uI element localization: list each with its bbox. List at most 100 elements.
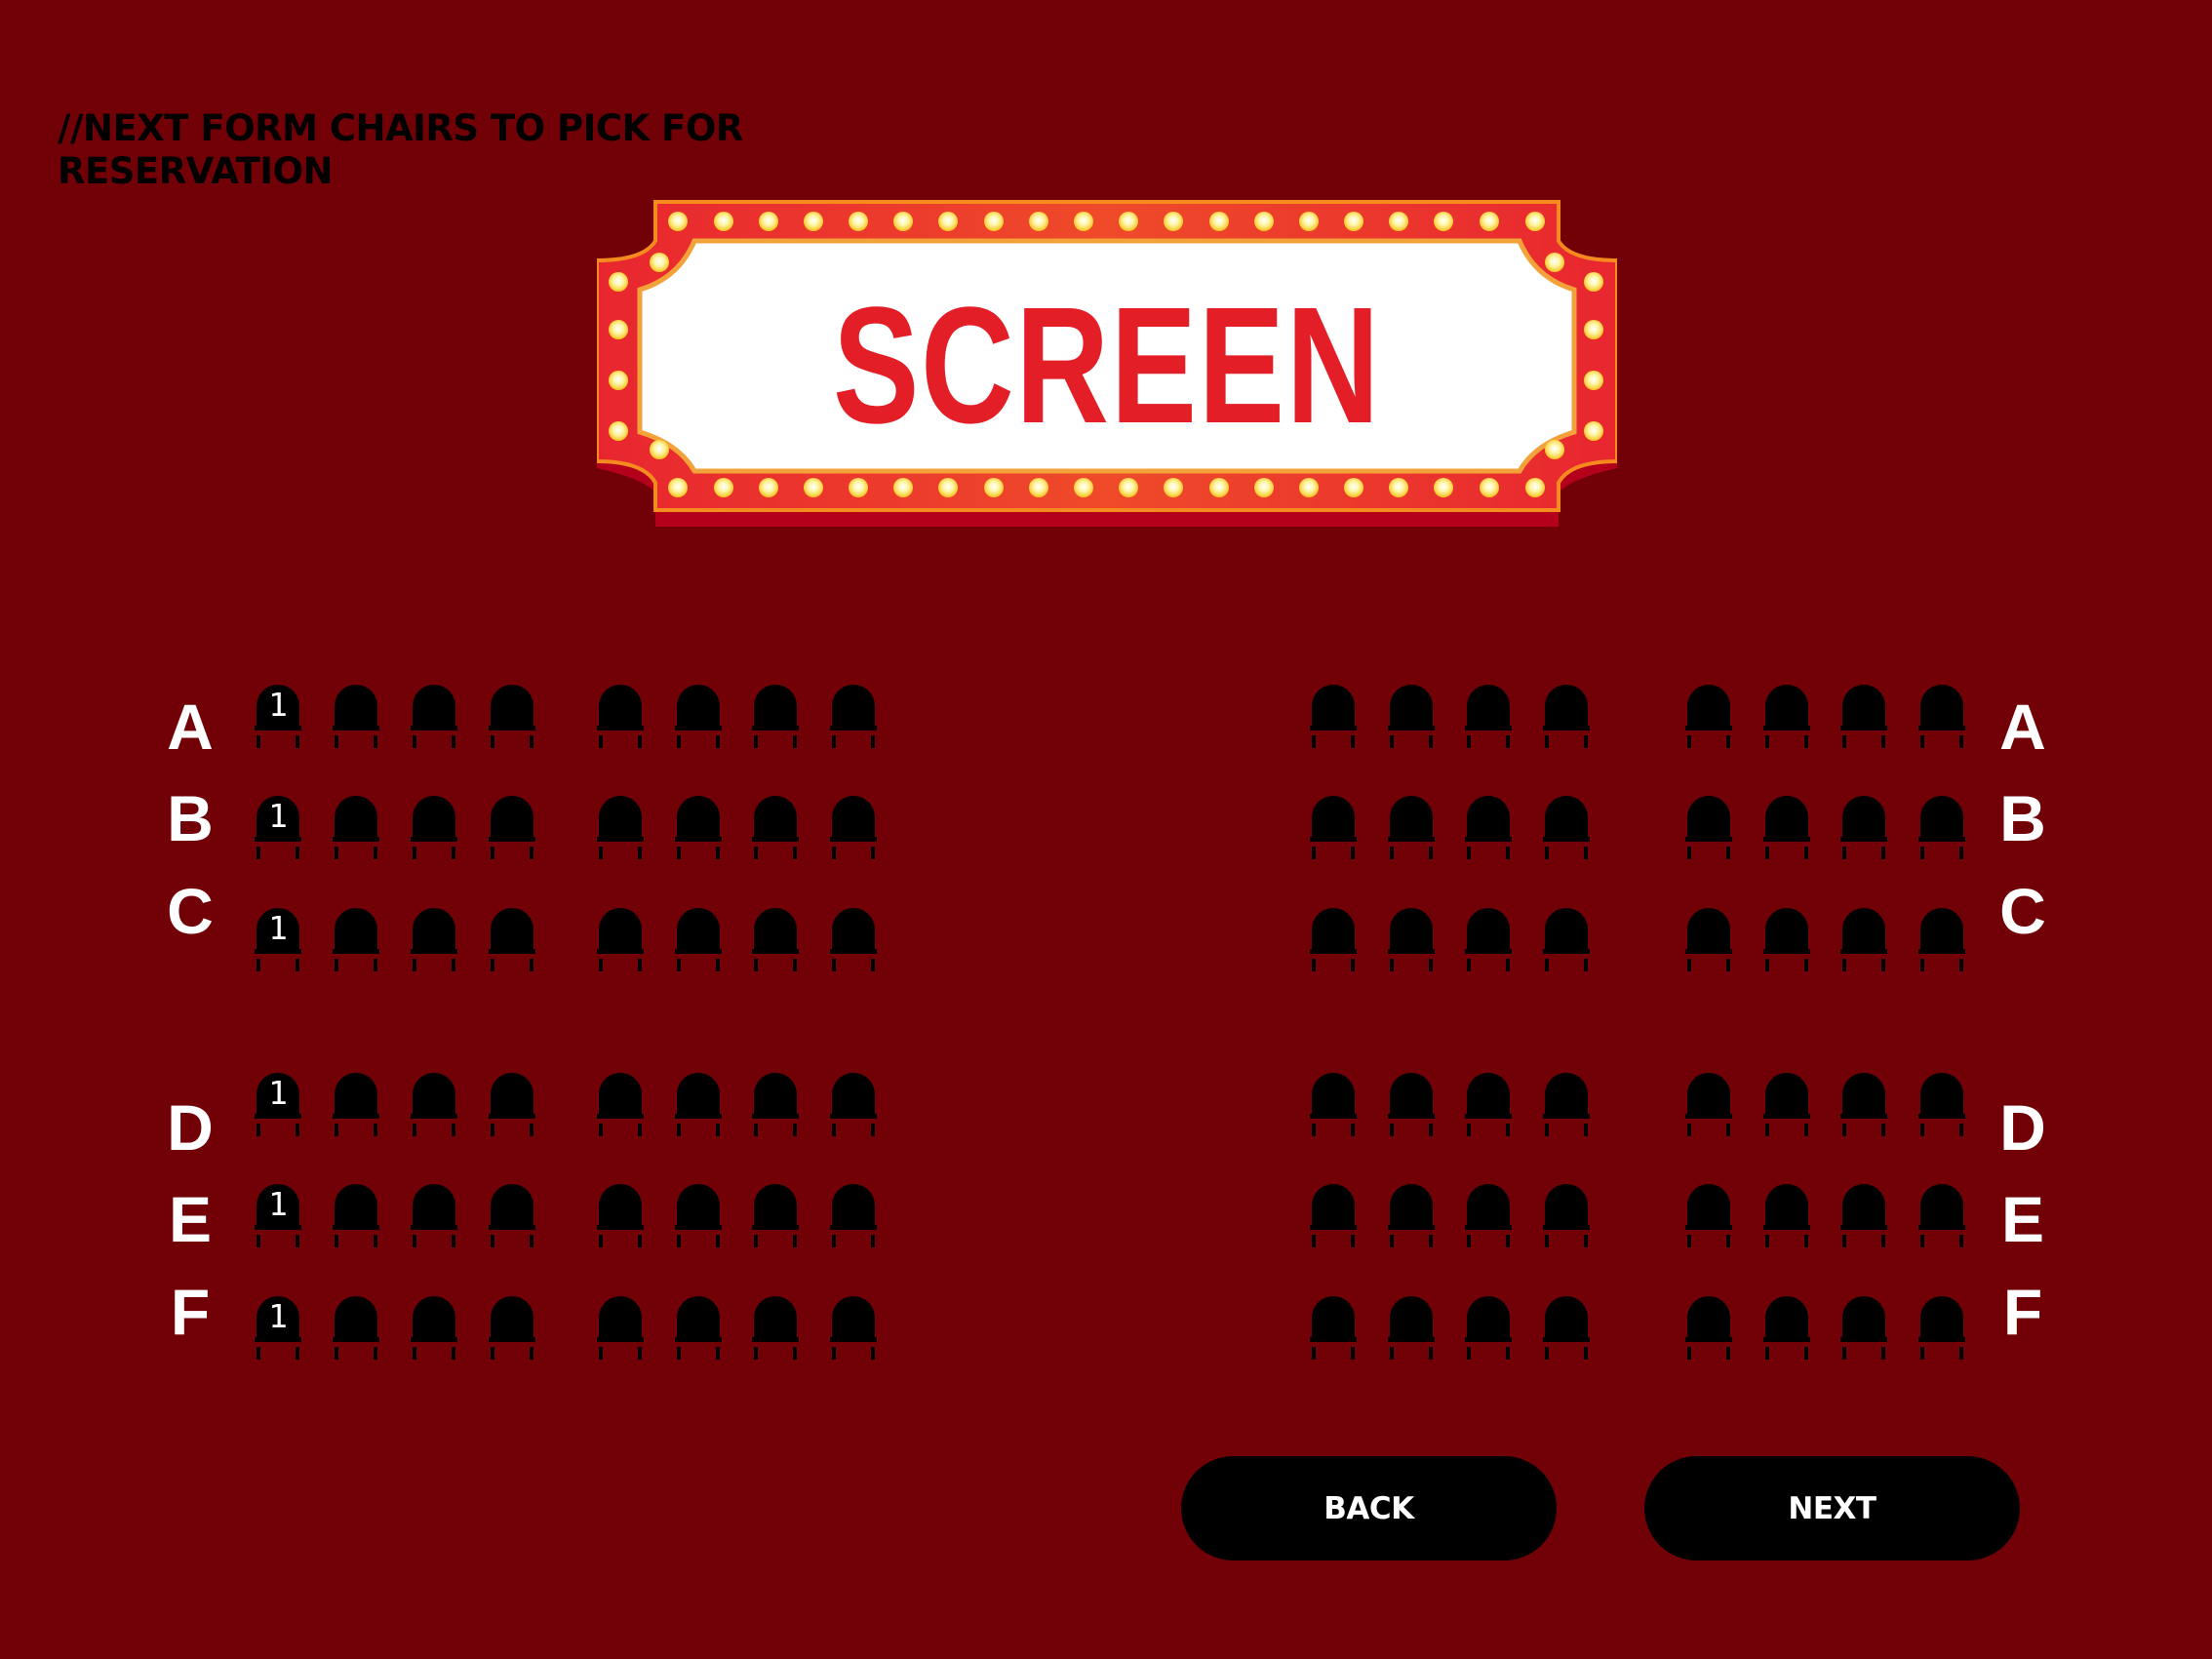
seat-b5[interactable] <box>597 796 644 862</box>
seat-leg <box>1920 1347 1924 1360</box>
seat-d8[interactable] <box>830 1073 877 1139</box>
seat-c14[interactable] <box>1763 908 1810 974</box>
seat-f4[interactable] <box>489 1296 535 1363</box>
seat-b10[interactable] <box>1388 796 1435 862</box>
seat-b16[interactable] <box>1918 796 1965 862</box>
seat-c5[interactable] <box>597 908 644 974</box>
seat-b7[interactable] <box>752 796 799 862</box>
seat-c6[interactable] <box>675 908 722 974</box>
seat-c8[interactable] <box>830 908 877 974</box>
seat-d5[interactable] <box>597 1073 644 1139</box>
seat-c12[interactable] <box>1543 908 1590 974</box>
seat-f6[interactable] <box>675 1296 722 1363</box>
seat-b8[interactable] <box>830 796 877 862</box>
seat-f12[interactable] <box>1543 1296 1590 1363</box>
seat-e3[interactable] <box>411 1184 457 1250</box>
seat-e1[interactable]: 1 <box>255 1184 301 1250</box>
seat-c1[interactable]: 1 <box>255 908 301 974</box>
seat-e10[interactable] <box>1388 1184 1435 1250</box>
seat-c9[interactable] <box>1310 908 1357 974</box>
seat-d2[interactable] <box>333 1073 379 1139</box>
seat-a10[interactable] <box>1388 685 1435 751</box>
seat-c7[interactable] <box>752 908 799 974</box>
seat-c11[interactable] <box>1465 908 1512 974</box>
seat-a2[interactable] <box>333 685 379 751</box>
seat-f1[interactable]: 1 <box>255 1296 301 1363</box>
seat-b12[interactable] <box>1543 796 1590 862</box>
seat-d3[interactable] <box>411 1073 457 1139</box>
seat-e14[interactable] <box>1763 1184 1810 1250</box>
seat-b2[interactable] <box>333 796 379 862</box>
seat-b6[interactable] <box>675 796 722 862</box>
seat-d4[interactable] <box>489 1073 535 1139</box>
seat-f5[interactable] <box>597 1296 644 1363</box>
seat-f8[interactable] <box>830 1296 877 1363</box>
seat-e5[interactable] <box>597 1184 644 1250</box>
seat-f3[interactable] <box>411 1296 457 1363</box>
seat-a12[interactable] <box>1543 685 1590 751</box>
seat-a11[interactable] <box>1465 685 1512 751</box>
seat-f13[interactable] <box>1685 1296 1732 1363</box>
seat-f10[interactable] <box>1388 1296 1435 1363</box>
seat-f15[interactable] <box>1840 1296 1887 1363</box>
seat-e4[interactable] <box>489 1184 535 1250</box>
seat-d15[interactable] <box>1840 1073 1887 1139</box>
seat-a5[interactable] <box>597 685 644 751</box>
seat-b1[interactable]: 1 <box>255 796 301 862</box>
seat-b14[interactable] <box>1763 796 1810 862</box>
seat-d14[interactable] <box>1763 1073 1810 1139</box>
seat-f11[interactable] <box>1465 1296 1512 1363</box>
seat-d1[interactable]: 1 <box>255 1073 301 1139</box>
seat-d12[interactable] <box>1543 1073 1590 1139</box>
seat-a8[interactable] <box>830 685 877 751</box>
seat-f2[interactable] <box>333 1296 379 1363</box>
seat-e2[interactable] <box>333 1184 379 1250</box>
seat-e9[interactable] <box>1310 1184 1357 1250</box>
seat-a3[interactable] <box>411 685 457 751</box>
seat-leg <box>1920 847 1924 859</box>
seat-e16[interactable] <box>1918 1184 1965 1250</box>
seat-f9[interactable] <box>1310 1296 1357 1363</box>
seat-a1[interactable]: 1 <box>255 685 301 751</box>
next-button[interactable]: NEXT <box>1644 1456 2020 1560</box>
seat-b11[interactable] <box>1465 796 1512 862</box>
seat-b9[interactable] <box>1310 796 1357 862</box>
seat-c4[interactable] <box>489 908 535 974</box>
seat-d7[interactable] <box>752 1073 799 1139</box>
seat-d10[interactable] <box>1388 1073 1435 1139</box>
seat-a6[interactable] <box>675 685 722 751</box>
seat-c15[interactable] <box>1840 908 1887 974</box>
seat-a14[interactable] <box>1763 685 1810 751</box>
seat-d6[interactable] <box>675 1073 722 1139</box>
seat-c16[interactable] <box>1918 908 1965 974</box>
seat-e8[interactable] <box>830 1184 877 1250</box>
seat-a4[interactable] <box>489 685 535 751</box>
back-button[interactable]: BACK <box>1181 1456 1557 1560</box>
seat-e11[interactable] <box>1465 1184 1512 1250</box>
seat-c13[interactable] <box>1685 908 1732 974</box>
seat-f14[interactable] <box>1763 1296 1810 1363</box>
seat-b4[interactable] <box>489 796 535 862</box>
seat-d11[interactable] <box>1465 1073 1512 1139</box>
seat-a16[interactable] <box>1918 685 1965 751</box>
seat-a15[interactable] <box>1840 685 1887 751</box>
seat-e7[interactable] <box>752 1184 799 1250</box>
seat-a13[interactable] <box>1685 685 1732 751</box>
seat-b15[interactable] <box>1840 796 1887 862</box>
seat-e12[interactable] <box>1543 1184 1590 1250</box>
seat-a7[interactable] <box>752 685 799 751</box>
seat-b13[interactable] <box>1685 796 1732 862</box>
seat-d9[interactable] <box>1310 1073 1357 1139</box>
seat-e13[interactable] <box>1685 1184 1732 1250</box>
seat-d16[interactable] <box>1918 1073 1965 1139</box>
seat-c10[interactable] <box>1388 908 1435 974</box>
seat-e6[interactable] <box>675 1184 722 1250</box>
seat-f16[interactable] <box>1918 1296 1965 1363</box>
seat-e15[interactable] <box>1840 1184 1887 1250</box>
seat-f7[interactable] <box>752 1296 799 1363</box>
seat-a9[interactable] <box>1310 685 1357 751</box>
seat-b3[interactable] <box>411 796 457 862</box>
seat-c3[interactable] <box>411 908 457 974</box>
seat-d13[interactable] <box>1685 1073 1732 1139</box>
seat-c2[interactable] <box>333 908 379 974</box>
